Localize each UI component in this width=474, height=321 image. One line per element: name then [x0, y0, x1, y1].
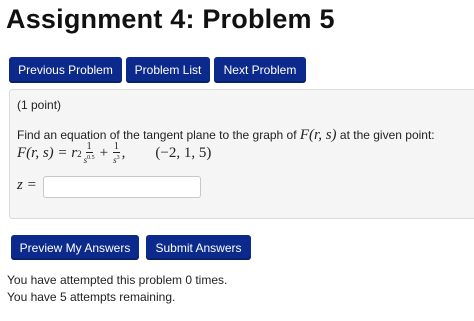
preview-answers-button[interactable]: Preview My Answers [11, 235, 139, 260]
formula-fraction-1: 1 s0.5 [83, 141, 96, 166]
submit-answers-button[interactable]: Submit Answers [146, 235, 251, 260]
statement-function: F(r, s) [299, 127, 337, 143]
fraction-2-exponent: 3 [116, 155, 120, 161]
problem-panel: (1 point) Find an equation of the tangen… [9, 89, 474, 219]
fraction-1-denominator: s0.5 [83, 153, 96, 165]
previous-problem-button[interactable]: Previous Problem [9, 57, 122, 83]
answer-input[interactable] [43, 176, 201, 198]
answer-label: z = [17, 177, 37, 194]
given-point: (−2, 1, 5) [155, 145, 212, 161]
attempts-made-text: You have attempted this problem 0 times. [7, 273, 228, 287]
fraction-1-numerator: 1 [85, 141, 93, 153]
formula-plus: + [99, 145, 109, 161]
fraction-2-denominator: s3 [112, 153, 121, 165]
problem-points: (1 point) [17, 98, 62, 112]
formula-lhs: F(r, s) = r [17, 145, 78, 161]
problem-formula: F(r, s) = r2 1 s0.5 + 1 s3 , (−2, 1, 5) [17, 141, 212, 166]
fraction-1-exponent: 0.5 [87, 155, 95, 161]
formula-comma: , [121, 145, 126, 161]
formula-fraction-2: 1 s3 [112, 142, 121, 165]
formula-r-exponent: 2 [77, 148, 82, 159]
page-title: Assignment 4: Problem 5 [6, 4, 335, 34]
fraction-2-numerator: 1 [112, 141, 120, 153]
statement-suffix: at the given point: [336, 128, 435, 142]
answer-label-text: z = [17, 177, 37, 193]
attempts-remaining-text: You have 5 attempts remaining. [7, 290, 176, 304]
problem-list-button[interactable]: Problem List [126, 57, 210, 83]
next-problem-button[interactable]: Next Problem [214, 57, 306, 83]
statement-prefix: Find an equation of the tangent plane to… [17, 128, 300, 142]
